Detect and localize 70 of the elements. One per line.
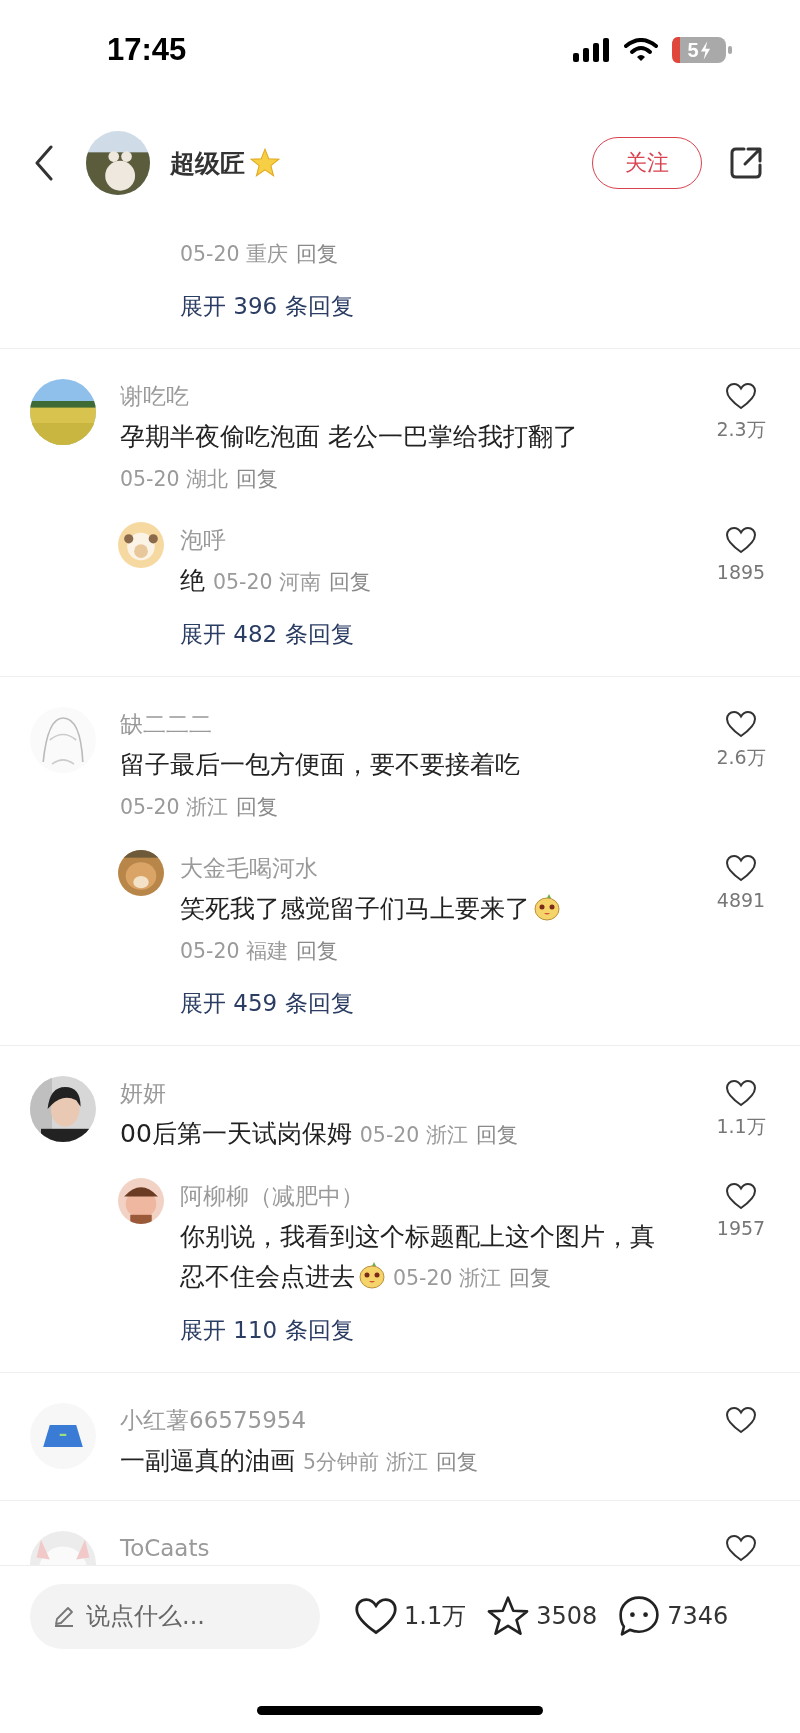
expand-replies-link[interactable]: 展开 396 条回复 — [180, 291, 800, 321]
comment-meta: 05-20 浙江 — [120, 795, 229, 819]
comment-text: 00后第一天试岗保姆 — [120, 1119, 352, 1148]
username[interactable]: 谢吃吃 — [120, 381, 690, 411]
comment-meta: 05-20 福建 — [180, 939, 289, 963]
comment-text: 留子最后一包方便面，要不要接着吃 — [120, 750, 520, 779]
expand-replies-link[interactable]: 展开 482 条回复 — [180, 619, 800, 649]
comment-meta: 05-20 重庆 — [180, 242, 289, 266]
username[interactable]: 泡呼 — [180, 525, 690, 555]
reply-link[interactable]: 回复 — [509, 1266, 552, 1290]
comment-text: 孕期半夜偷吃泡面 老公一巴掌给我打翻了 — [120, 422, 578, 451]
heart-icon[interactable] — [725, 381, 757, 411]
like-count: 2.6万 — [716, 745, 766, 770]
heart-icon[interactable] — [354, 1595, 398, 1637]
clock: 17:45 — [107, 32, 187, 68]
comment-text: 忍不住会点进去 — [180, 1262, 355, 1291]
expand-replies-link[interactable]: 展开 110 条回复 — [180, 1315, 800, 1345]
comment-meta: 05-20 浙江 — [359, 1123, 468, 1147]
comment-meta: 05-20 湖北 — [120, 467, 229, 491]
reply-link[interactable]: 回复 — [296, 939, 339, 963]
expand-replies-link[interactable]: 展开 459 条回复 — [180, 988, 800, 1018]
heart-icon[interactable] — [725, 853, 757, 883]
comment-meta: 5分钟前 浙江 — [303, 1450, 428, 1474]
username[interactable]: 阿柳柳（减肥中） — [180, 1181, 690, 1211]
reply-link[interactable]: 回复 — [435, 1450, 478, 1474]
reply-link[interactable]: 回复 — [329, 570, 372, 594]
heart-icon[interactable] — [725, 1078, 757, 1108]
heart-icon[interactable] — [725, 1405, 757, 1435]
reply-link[interactable]: 回复 — [236, 467, 279, 491]
heart-icon[interactable] — [725, 709, 757, 739]
comment-input[interactable]: 说点什么... — [30, 1583, 320, 1649]
comment-text: 一副逼真的油画 — [120, 1446, 295, 1475]
comment-text: 绝 — [180, 566, 205, 595]
comment-text: 笑死我了感觉留子们马上要来了 — [180, 894, 530, 923]
reply-link[interactable]: 回复 — [475, 1123, 518, 1147]
follow-button[interactable]: 关注 — [592, 137, 702, 189]
star-icon[interactable] — [486, 1595, 531, 1637]
comment-text: 你别说，我看到这个标题配上这个图片，真 — [180, 1221, 656, 1253]
action-count: 1.1万 — [404, 1601, 467, 1632]
action-count: 7346 — [667, 1602, 729, 1630]
reply-link[interactable]: 回复 — [236, 795, 279, 819]
comment-meta: 05-20 浙江 — [393, 1266, 502, 1290]
like-count: 1895 — [716, 561, 766, 583]
username[interactable]: 妍妍 — [120, 1078, 690, 1108]
username[interactable]: ToCaats — [120, 1533, 690, 1563]
heart-icon[interactable] — [725, 1533, 757, 1563]
placeholder-text: 说点什么... — [86, 1601, 205, 1632]
star-icon — [249, 147, 281, 179]
wifi-icon — [624, 38, 658, 62]
like-count: 4891 — [716, 889, 766, 911]
pencil-icon — [52, 1604, 76, 1628]
back-icon[interactable] — [34, 145, 54, 181]
battery-percent: 5 — [687, 38, 699, 62]
chat-bubble-icon[interactable] — [617, 1595, 662, 1637]
comment-meta: 05-20 河南 — [213, 570, 322, 594]
like-count: 1957 — [716, 1217, 766, 1239]
action-count: 3508 — [536, 1602, 598, 1630]
username[interactable]: 小红薯66575954 — [120, 1405, 690, 1435]
heart-icon[interactable] — [725, 525, 757, 555]
heart-icon[interactable] — [725, 1181, 757, 1211]
signal-icon — [572, 38, 610, 62]
username[interactable]: 大金毛喝河水 — [180, 853, 690, 883]
charging-icon — [699, 40, 711, 60]
like-count: 2.3万 — [716, 417, 766, 442]
author-name[interactable]: 超级匠 — [170, 146, 245, 180]
share-icon[interactable] — [728, 145, 764, 181]
like-count: 1.1万 — [716, 1114, 766, 1139]
battery-icon — [672, 37, 732, 63]
username[interactable]: 缺二二二 — [120, 709, 690, 739]
reply-link[interactable]: 回复 — [296, 242, 339, 266]
